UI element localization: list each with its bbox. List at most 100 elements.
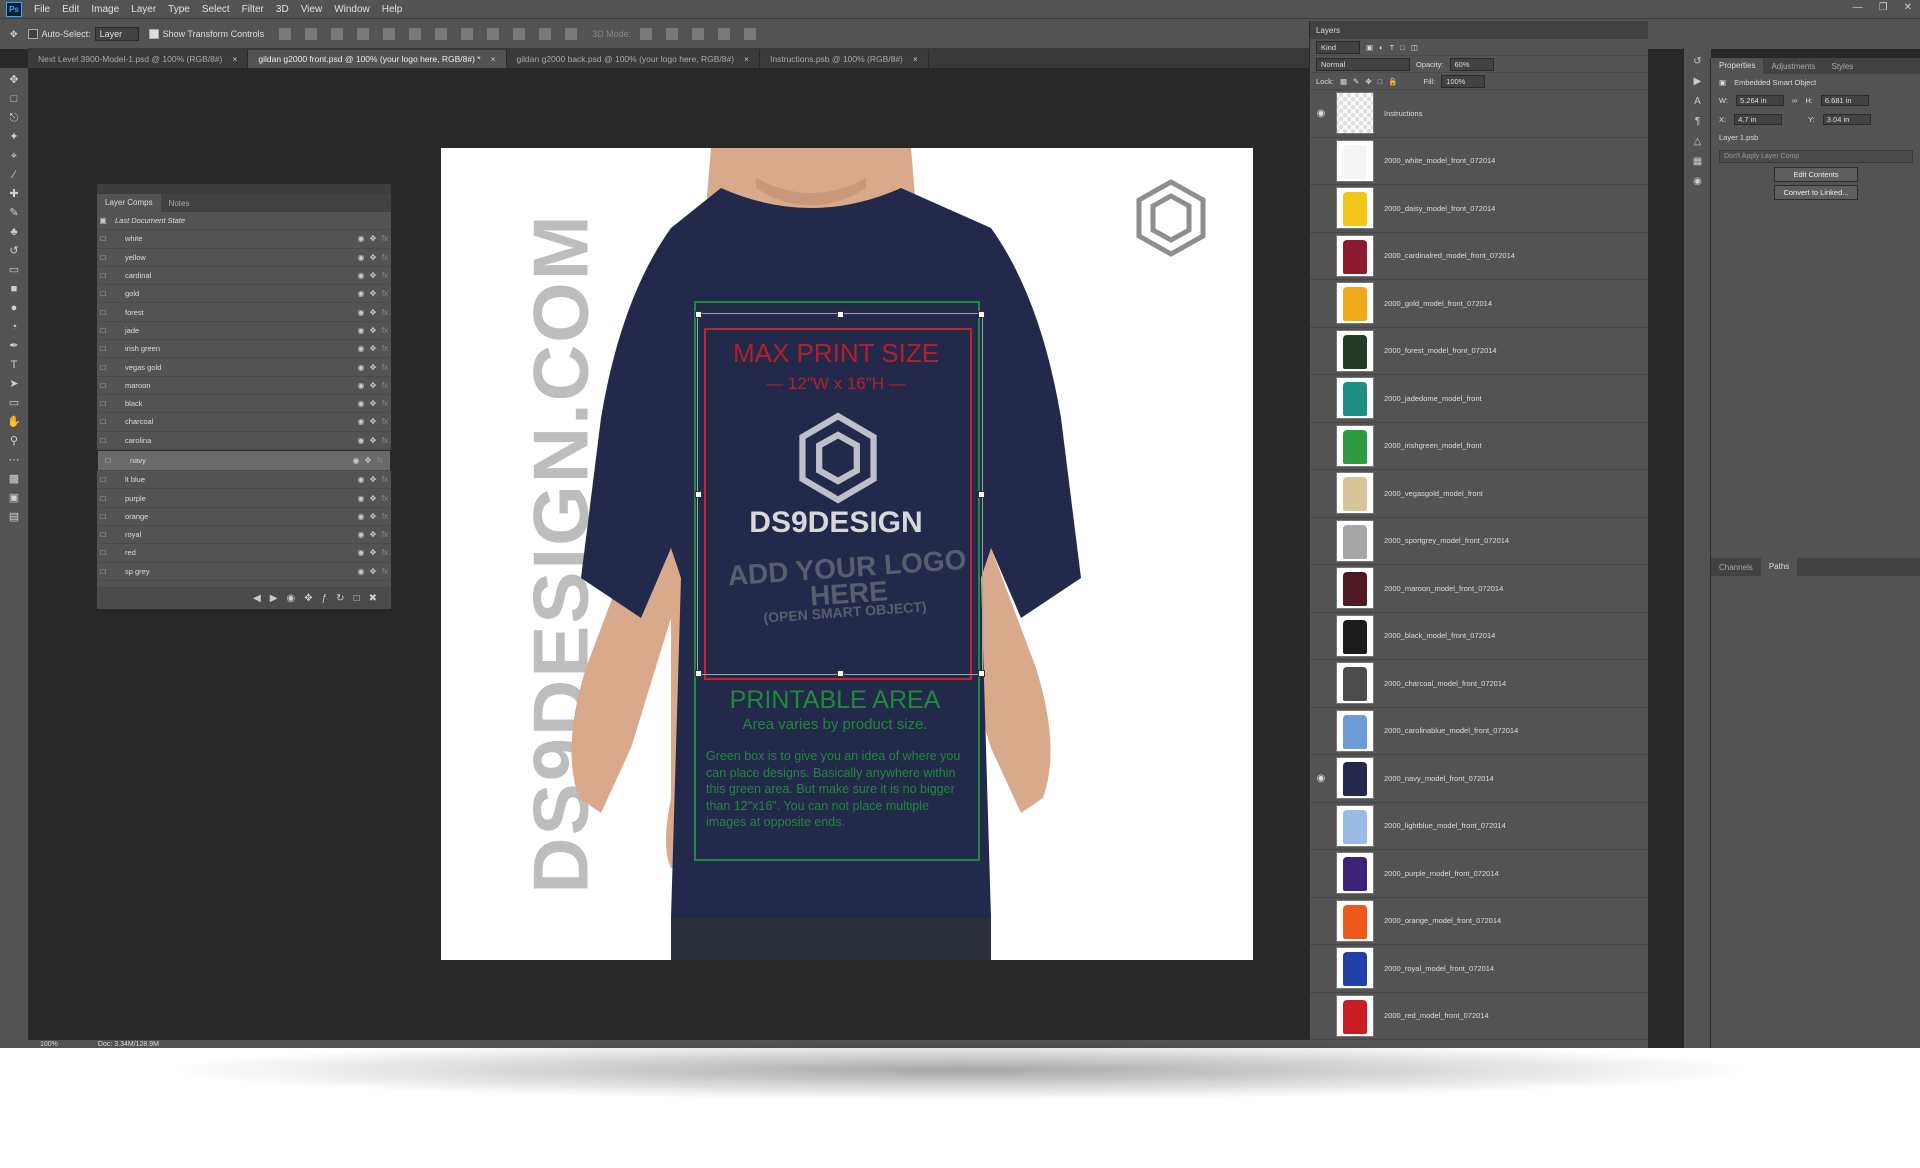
eraser-tool-icon[interactable]: ▭ <box>7 263 21 277</box>
menu-image[interactable]: Image <box>91 4 119 15</box>
comp-checkbox[interactable]: □ <box>97 494 109 503</box>
layer-row[interactable]: 2000_black_model_front_072014 <box>1310 613 1648 660</box>
crop-tool-icon[interactable]: ⌖ <box>7 149 21 163</box>
comp-checkbox[interactable]: □ <box>97 308 109 317</box>
fx-icon[interactable]: fx <box>379 363 391 372</box>
fx-icon[interactable]: fx <box>379 512 391 521</box>
position-icon[interactable]: ✥ <box>367 567 379 576</box>
character-icon[interactable]: A <box>1692 96 1704 108</box>
auto-select-checkbox[interactable] <box>27 29 38 39</box>
menu-filter[interactable]: Filter <box>242 4 264 15</box>
visibility-icon[interactable]: ◉ <box>355 399 367 408</box>
layer-row[interactable]: ◉ 2000_navy_model_front_072014 <box>1310 755 1648 803</box>
comp-checkbox[interactable]: □ <box>97 512 109 521</box>
doc-size[interactable]: Doc: 3.34M/128.9M <box>98 1041 159 1048</box>
layer-visibility-icon[interactable]: ◉ <box>1310 773 1332 784</box>
position-icon[interactable]: ✥ <box>367 399 379 408</box>
tab-paths[interactable]: Paths <box>1760 558 1798 576</box>
comp-checkbox[interactable]: □ <box>97 417 109 426</box>
transform-handle[interactable] <box>837 311 844 318</box>
distribute-right-icon[interactable] <box>539 28 552 40</box>
transform-handle[interactable] <box>695 491 702 498</box>
align-right-icon[interactable] <box>409 28 422 40</box>
zoom-level[interactable]: 100% <box>40 1041 58 1048</box>
transform-handle[interactable] <box>695 311 702 318</box>
layer-comp-item[interactable]: □ charcoal ◉ ✥ fx <box>97 413 391 432</box>
visibility-icon[interactable]: ◉ <box>355 548 367 557</box>
align-bottom-icon[interactable] <box>331 28 344 40</box>
comp-checkbox[interactable]: □ <box>97 381 109 390</box>
filter-pixel-icon[interactable]: ▣ <box>1366 43 1373 52</box>
align-left-icon[interactable] <box>357 28 370 40</box>
shape-tool-icon[interactable]: ▭ <box>7 396 21 410</box>
comp-checkbox[interactable]: □ <box>97 399 109 408</box>
transform-handle[interactable] <box>695 670 702 677</box>
opacity-field[interactable]: 60% <box>1449 57 1494 71</box>
fx-icon[interactable]: fx <box>379 494 391 503</box>
fx-icon[interactable]: fx <box>379 548 391 557</box>
menu-file[interactable]: File <box>34 4 50 15</box>
transform-handle[interactable] <box>978 491 985 498</box>
layer-row[interactable]: 2000_gold_model_front_072014 <box>1310 280 1648 328</box>
layer-comp-item[interactable]: □ purple ◉ ✥ fx <box>97 489 391 508</box>
pen-tool-icon[interactable]: ✒ <box>7 339 21 353</box>
comp-checkbox[interactable]: □ <box>97 567 109 576</box>
marquee-tool-icon[interactable]: □ <box>7 92 21 106</box>
lock-position-icon[interactable]: ✥ <box>1365 77 1371 86</box>
position-icon[interactable]: ✥ <box>367 308 379 317</box>
fx-icon[interactable]: fx <box>379 475 391 484</box>
layer-row[interactable]: 2000_cardinalred_model_front_072014 <box>1310 233 1648 280</box>
distribute-center-icon[interactable] <box>461 28 474 40</box>
color-swatch-icon[interactable]: ▩ <box>7 472 21 486</box>
lasso-tool-icon[interactable]: ⎋ <box>7 111 21 125</box>
layer-row[interactable]: 2000_jadedome_model_front <box>1310 375 1648 423</box>
layer-row[interactable]: 2000_vegasgold_model_front <box>1310 470 1648 518</box>
filter-smart-icon[interactable]: ◫ <box>1411 43 1418 52</box>
photoshop-logo-icon[interactable]: Ps <box>6 1 22 17</box>
fx-icon[interactable]: fx <box>379 289 391 298</box>
apply-position-icon[interactable]: ✥ <box>304 593 312 604</box>
position-icon[interactable]: ✥ <box>367 494 379 503</box>
position-icon[interactable]: ✥ <box>367 363 379 372</box>
tab-adjustments[interactable]: Adjustments <box>1763 62 1823 71</box>
position-icon[interactable]: ✥ <box>367 475 379 484</box>
menu-view[interactable]: View <box>301 4 323 15</box>
path-select-tool-icon[interactable]: ➤ <box>7 377 21 391</box>
tab-styles[interactable]: Styles <box>1824 62 1862 71</box>
menu-edit[interactable]: Edit <box>62 4 79 15</box>
layer-comp-item[interactable]: □ red ◉ ✥ fx <box>97 544 391 563</box>
history-icon[interactable]: ↺ <box>1692 56 1704 68</box>
layer-row[interactable]: 2000_irishgreen_model_front <box>1310 423 1648 470</box>
fx-icon[interactable]: fx <box>379 308 391 317</box>
comp-checkbox[interactable]: □ <box>97 344 109 353</box>
auto-align-icon[interactable] <box>565 28 578 40</box>
dodge-tool-icon[interactable]: ◔ <box>7 320 21 334</box>
align-top-icon[interactable] <box>279 28 292 40</box>
align-vcenter-icon[interactable] <box>305 28 318 40</box>
layer-comp-item[interactable]: □ white ◉ ✥ fx <box>97 230 391 249</box>
layer-row[interactable]: 2000_carolinablue_model_front_072014 <box>1310 708 1648 755</box>
position-icon[interactable]: ✥ <box>367 417 379 426</box>
layer-row[interactable]: 2000_lightblue_model_front_072014 <box>1310 803 1648 850</box>
fx-icon[interactable]: fx <box>379 436 391 445</box>
tab-close-icon[interactable]: × <box>232 54 237 64</box>
healing-tool-icon[interactable]: ✚ <box>7 187 21 201</box>
fx-icon[interactable]: fx <box>379 271 391 280</box>
new-comp-icon[interactable]: □ <box>354 593 360 604</box>
doc-tab[interactable]: Instructions.psb @ 100% (RGB/8#) × <box>760 50 929 68</box>
comp-checkbox[interactable]: □ <box>97 363 109 372</box>
visibility-icon[interactable]: ◉ <box>355 475 367 484</box>
previous-comp-icon[interactable]: ◀ <box>253 593 261 604</box>
visibility-icon[interactable]: ◉ <box>355 344 367 353</box>
x-field[interactable]: 4.7 in <box>1734 114 1783 125</box>
hand-tool-icon[interactable]: ✋ <box>7 415 21 429</box>
position-icon[interactable]: ✥ <box>367 381 379 390</box>
tab-properties[interactable]: Properties <box>1711 58 1764 74</box>
paragraph-icon[interactable]: ¶ <box>1692 116 1704 128</box>
layer-comp-dropdown[interactable]: Don't Apply Layer Comp <box>1719 150 1913 163</box>
layer-comp-item[interactable]: □ orange ◉ ✥ fx <box>97 508 391 527</box>
brush-tool-icon[interactable]: ✎ <box>7 206 21 220</box>
menu-type[interactable]: Type <box>168 4 190 15</box>
layer-row[interactable]: 2000_purple_model_front_072014 <box>1310 850 1648 898</box>
next-comp-icon[interactable]: ▶ <box>270 593 278 604</box>
